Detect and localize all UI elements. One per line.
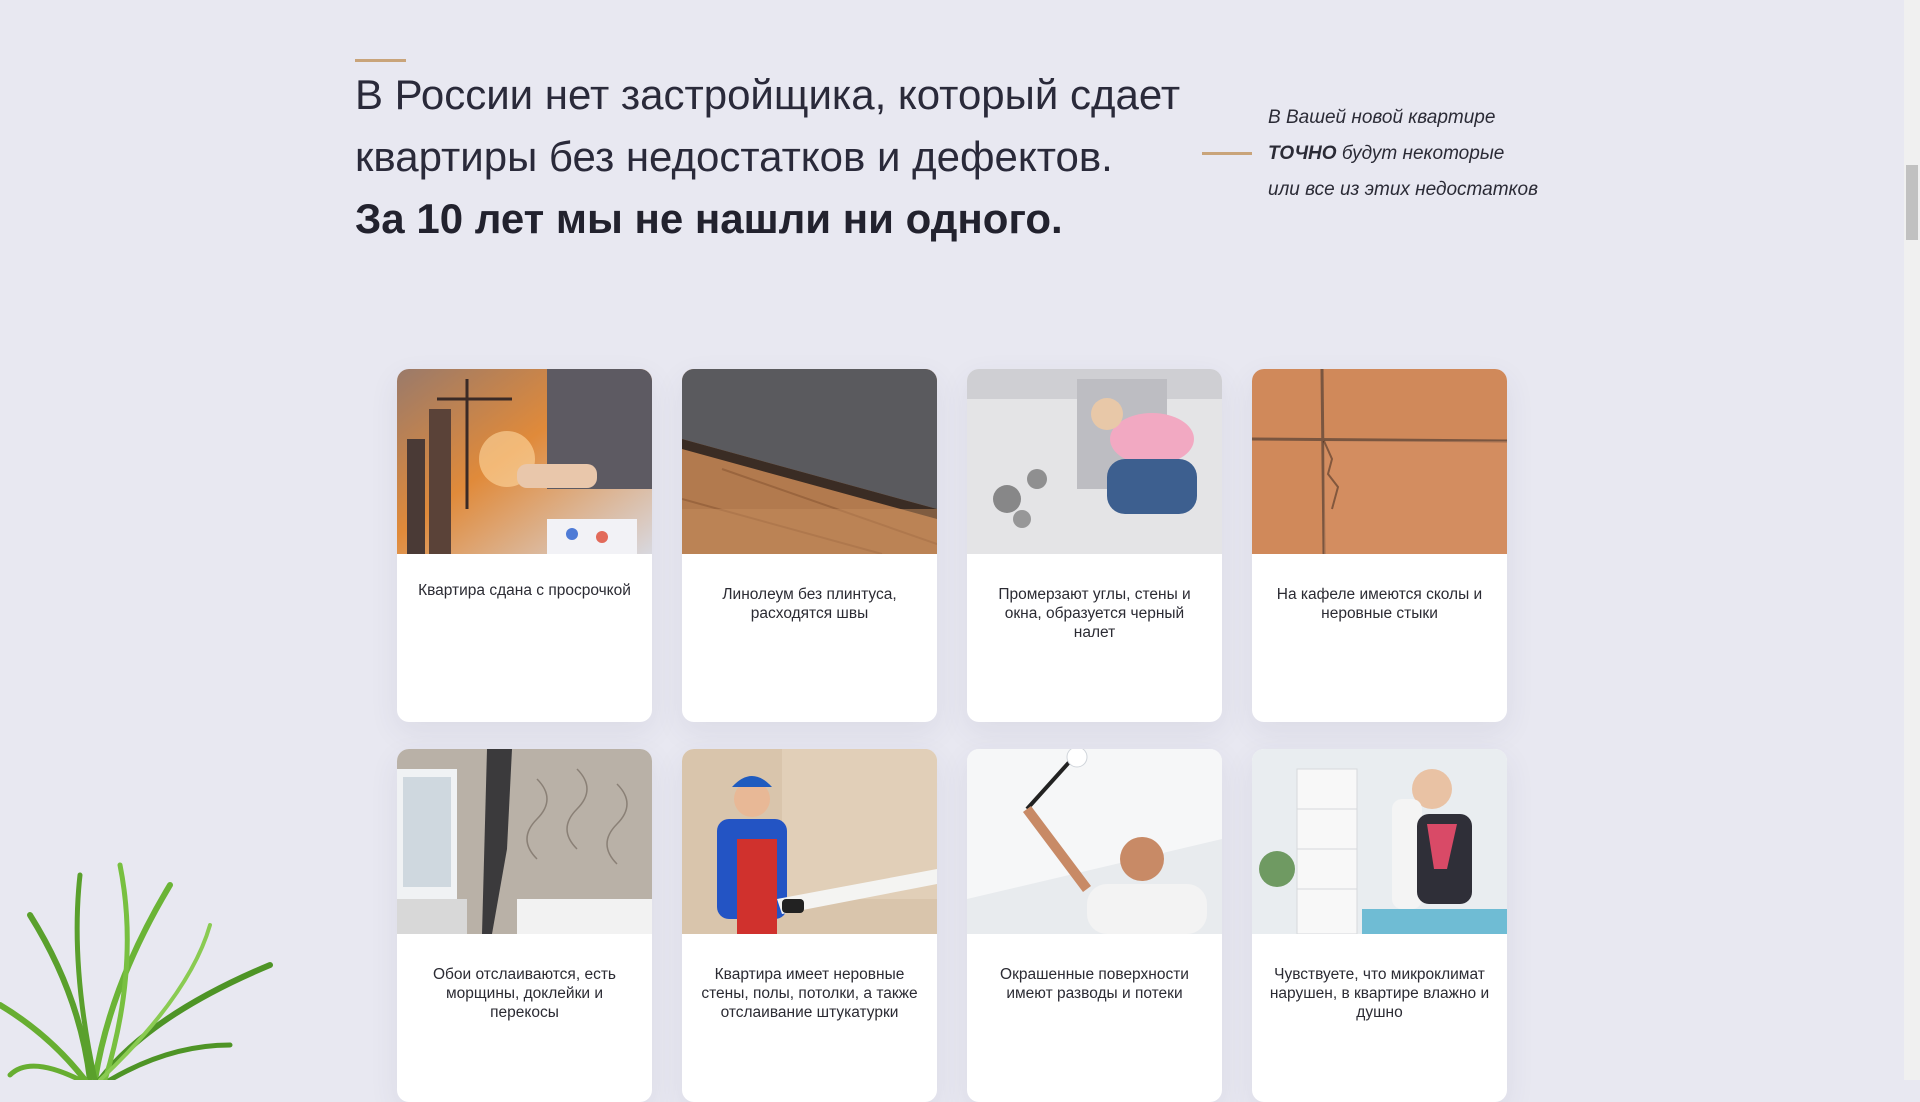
heading-accent-line (355, 59, 406, 62)
side-note-accent-line (1202, 152, 1252, 155)
defect-card: Чувствуете, что микроклимат нарушен, в к… (1252, 749, 1507, 1102)
scrollbar-thumb[interactable] (1906, 165, 1918, 240)
defect-card: Квартира сдана с просрочкой (397, 369, 652, 722)
defect-card: На кафеле имеются сколы и неровные стыки (1252, 369, 1507, 722)
defect-caption: Квартира сдана с просрочкой (418, 582, 631, 599)
defect-card: Обои отслаиваются, есть морщины, доклейк… (397, 749, 652, 1102)
plant-decoration (0, 862, 273, 1080)
heading-line-1: В России нет застройщика, который сдает (355, 71, 1181, 118)
defect-card: Линолеум без плинтуса, расходятся швы (682, 369, 937, 722)
defect-caption: Окрашенные поверхности имеют разводы и п… (1000, 966, 1189, 1002)
defect-caption: Чувствуете, что микроклимат нарушен, в к… (1269, 966, 1490, 1021)
page-heading: В России нет застройщика, который сдает … (355, 64, 1235, 250)
heading-line-3: За 10 лет мы не нашли ни одного. (355, 195, 1063, 242)
defect-card: Промерзают углы, стены и окна, образуетс… (967, 369, 1222, 722)
cracked-tile-photo (1252, 369, 1507, 554)
side-note-line-2: ТОЧНО будут некоторые (1268, 136, 1588, 172)
heading-line-2: квартиры без недостатков и дефектов. (355, 133, 1113, 180)
defect-caption: Линолеум без плинтуса, расходятся швы (722, 586, 897, 622)
mold-wall-photo (967, 369, 1222, 554)
humid-room-woman-photo (1252, 749, 1507, 934)
construction-handshake-photo (397, 369, 652, 554)
defect-card: Квартира имеет неровные стены, полы, пот… (682, 749, 937, 1102)
side-note: В Вашей новой квартире ТОЧНО будут некот… (1268, 100, 1588, 208)
defect-card: Окрашенные поверхности имеют разводы и п… (967, 749, 1222, 1102)
side-note-line-1: В Вашей новой квартире (1268, 107, 1496, 128)
plaster-worker-photo (682, 749, 937, 934)
peeling-wallpaper-photo (397, 749, 652, 934)
defect-caption: Квартира имеет неровные стены, полы, пот… (701, 966, 918, 1021)
side-note-line-3: или все из этих недостатков (1268, 179, 1539, 200)
defect-caption: Обои отслаиваются, есть морщины, доклейк… (433, 966, 616, 1021)
side-note-line-2-rest: будут некоторые (1341, 143, 1505, 164)
side-note-emphasis: ТОЧНО (1268, 143, 1337, 164)
ceiling-painter-photo (967, 749, 1222, 934)
page-scrollbar[interactable] (1904, 0, 1920, 1080)
linoleum-floor-photo (682, 369, 937, 554)
defect-caption: На кафеле имеются сколы и неровные стыки (1276, 586, 1483, 622)
defect-caption: Промерзают углы, стены и окна, образуетс… (998, 586, 1191, 641)
